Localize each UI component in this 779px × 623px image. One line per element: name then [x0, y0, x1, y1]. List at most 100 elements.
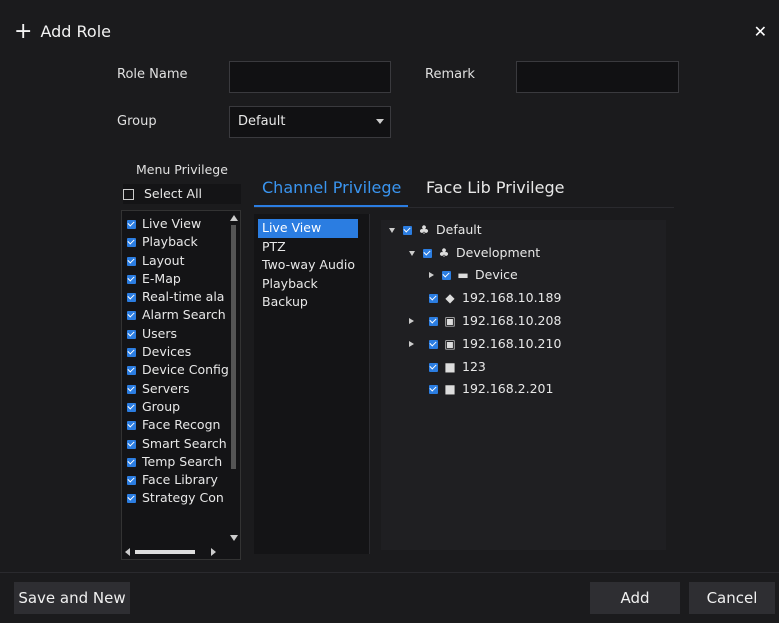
- list-item[interactable]: Alarm Search: [122, 306, 240, 324]
- checkbox-empty-icon: [123, 189, 134, 200]
- tab-face-lib-privilege[interactable]: Face Lib Privilege: [426, 178, 564, 197]
- list-item[interactable]: Temp Search: [122, 453, 240, 471]
- tab-divider: [254, 207, 674, 208]
- list-item-live-view[interactable]: Live View: [258, 219, 358, 238]
- scroll-up-icon[interactable]: [230, 215, 238, 221]
- checkbox-checked-icon[interactable]: [429, 339, 438, 349]
- add-button[interactable]: Add: [590, 582, 680, 614]
- list-item[interactable]: Devices: [122, 343, 240, 361]
- checkbox-checked-icon[interactable]: [429, 362, 438, 372]
- expand-icon[interactable]: [409, 250, 415, 256]
- chevron-down-icon: [376, 119, 384, 124]
- collapse-icon[interactable]: [409, 341, 414, 347]
- checkbox-checked-icon[interactable]: [429, 293, 438, 303]
- remark-input[interactable]: [516, 61, 679, 93]
- tree-node-192-168-10-208[interactable]: ▣ 192.168.10.208: [409, 311, 561, 331]
- list-item[interactable]: Device Config: [122, 361, 240, 379]
- list-item[interactable]: Face Recogn: [122, 416, 240, 434]
- dialog-title: + Add Role: [14, 20, 111, 42]
- list-item-two-way-audio[interactable]: Two-way Audio: [254, 256, 369, 275]
- checkbox-checked-icon[interactable]: [429, 384, 438, 394]
- checkbox-checked-icon[interactable]: [127, 348, 136, 358]
- fisheye-camera-offline-icon: ▣: [444, 314, 456, 328]
- scroll-thumb[interactable]: [231, 225, 236, 469]
- checkbox-checked-icon[interactable]: [127, 220, 136, 229]
- horizontal-scrollbar[interactable]: [125, 548, 222, 556]
- add-role-dialog: + Add Role ✕ Role Name Remark Group Defa…: [0, 0, 779, 623]
- save-and-new-button[interactable]: Save and New: [14, 582, 130, 614]
- dialog-title-text: Add Role: [40, 22, 111, 41]
- nvr-device-icon: ▬: [457, 268, 469, 282]
- list-item[interactable]: Servers: [122, 380, 240, 398]
- menu-privilege-list[interactable]: Live View Playback Layout E-Map Real-tim…: [121, 210, 241, 560]
- checkbox-checked-icon[interactable]: [127, 476, 136, 486]
- checkbox-checked-icon[interactable]: [127, 494, 136, 504]
- checkbox-checked-icon[interactable]: [127, 421, 136, 431]
- menu-privilege-title: Menu Privilege: [136, 162, 228, 177]
- checkbox-checked-icon[interactable]: [127, 366, 136, 376]
- checkbox-checked-icon[interactable]: [442, 270, 451, 280]
- tree-node-default[interactable]: ♣ Default: [389, 220, 482, 240]
- scroll-thumb-horizontal[interactable]: [135, 550, 195, 554]
- checkbox-checked-icon[interactable]: [403, 225, 412, 235]
- camera-offline-icon: ■: [444, 382, 456, 396]
- tree-node-192-168-2-201[interactable]: ■ 192.168.2.201: [429, 379, 553, 399]
- checkbox-checked-icon[interactable]: [127, 329, 136, 339]
- checkbox-checked-icon[interactable]: [127, 274, 136, 284]
- camera-unknown-icon: ■: [444, 360, 456, 374]
- expand-icon[interactable]: [389, 227, 395, 233]
- fisheye-camera-offline-icon: ▣: [444, 337, 456, 351]
- checkbox-checked-icon[interactable]: [127, 384, 136, 394]
- list-item[interactable]: Users: [122, 325, 240, 343]
- channel-tree[interactable]: ♣ Default ♣ Development ▬ Device ◆ 192.1…: [381, 220, 666, 550]
- group-tree-icon: ♣: [418, 223, 430, 237]
- checkbox-checked-icon[interactable]: [423, 248, 432, 258]
- list-item-ptz[interactable]: PTZ: [254, 238, 369, 257]
- checkbox-checked-icon[interactable]: [429, 316, 438, 326]
- group-label: Group: [117, 114, 157, 129]
- role-name-label: Role Name: [117, 67, 188, 82]
- channel-privilege-type-list[interactable]: Live View PTZ Two-way Audio Playback Bac…: [254, 214, 370, 554]
- checkbox-checked-icon[interactable]: [127, 311, 136, 321]
- checkbox-checked-icon[interactable]: [127, 457, 136, 467]
- collapse-icon[interactable]: [429, 272, 434, 278]
- scroll-left-icon[interactable]: [125, 548, 130, 556]
- list-item[interactable]: Face Library: [122, 471, 240, 489]
- list-item-playback[interactable]: Playback: [254, 275, 369, 294]
- group-tree-icon: ♣: [438, 246, 450, 260]
- select-all-checkbox[interactable]: Select All: [123, 184, 241, 204]
- close-icon[interactable]: ✕: [754, 22, 767, 41]
- list-item[interactable]: Smart Search: [122, 435, 240, 453]
- list-item[interactable]: Layout: [122, 252, 240, 270]
- checkbox-checked-icon[interactable]: [127, 293, 136, 303]
- tree-node-device[interactable]: ▬ Device: [429, 265, 518, 285]
- checkbox-checked-icon[interactable]: [127, 402, 136, 412]
- list-item-backup[interactable]: Backup: [254, 293, 369, 312]
- tree-node-192-168-10-189[interactable]: ◆ 192.168.10.189: [429, 288, 561, 308]
- menu-items: Live View Playback Layout E-Map Real-tim…: [122, 211, 240, 508]
- footer-divider: [0, 572, 779, 573]
- scroll-down-icon[interactable]: [230, 535, 238, 541]
- select-all-label: Select All: [143, 186, 203, 201]
- checkbox-checked-icon[interactable]: [127, 256, 136, 266]
- role-name-input[interactable]: [229, 61, 391, 93]
- vertical-scrollbar[interactable]: [230, 215, 238, 541]
- list-item[interactable]: Group: [122, 398, 240, 416]
- list-item[interactable]: Strategy Con: [122, 489, 240, 507]
- cancel-button[interactable]: Cancel: [689, 582, 775, 614]
- list-item[interactable]: Live View: [122, 215, 240, 233]
- checkbox-checked-icon[interactable]: [127, 439, 136, 449]
- list-item[interactable]: E-Map: [122, 270, 240, 288]
- tree-node-123[interactable]: ■ 123: [429, 357, 486, 377]
- checkbox-checked-icon[interactable]: [127, 238, 136, 248]
- tree-node-development[interactable]: ♣ Development: [409, 243, 540, 263]
- active-tab-indicator: [254, 205, 408, 207]
- list-item[interactable]: Real-time ala: [122, 288, 240, 306]
- collapse-icon[interactable]: [409, 318, 414, 324]
- tab-channel-privilege[interactable]: Channel Privilege: [262, 178, 401, 197]
- tree-node-192-168-10-210[interactable]: ▣ 192.168.10.210: [409, 334, 561, 354]
- group-select[interactable]: Default: [229, 106, 391, 138]
- sub-items: Live View PTZ Two-way Audio Playback Bac…: [254, 214, 369, 312]
- scroll-right-icon[interactable]: [211, 548, 216, 556]
- list-item[interactable]: Playback: [122, 233, 240, 251]
